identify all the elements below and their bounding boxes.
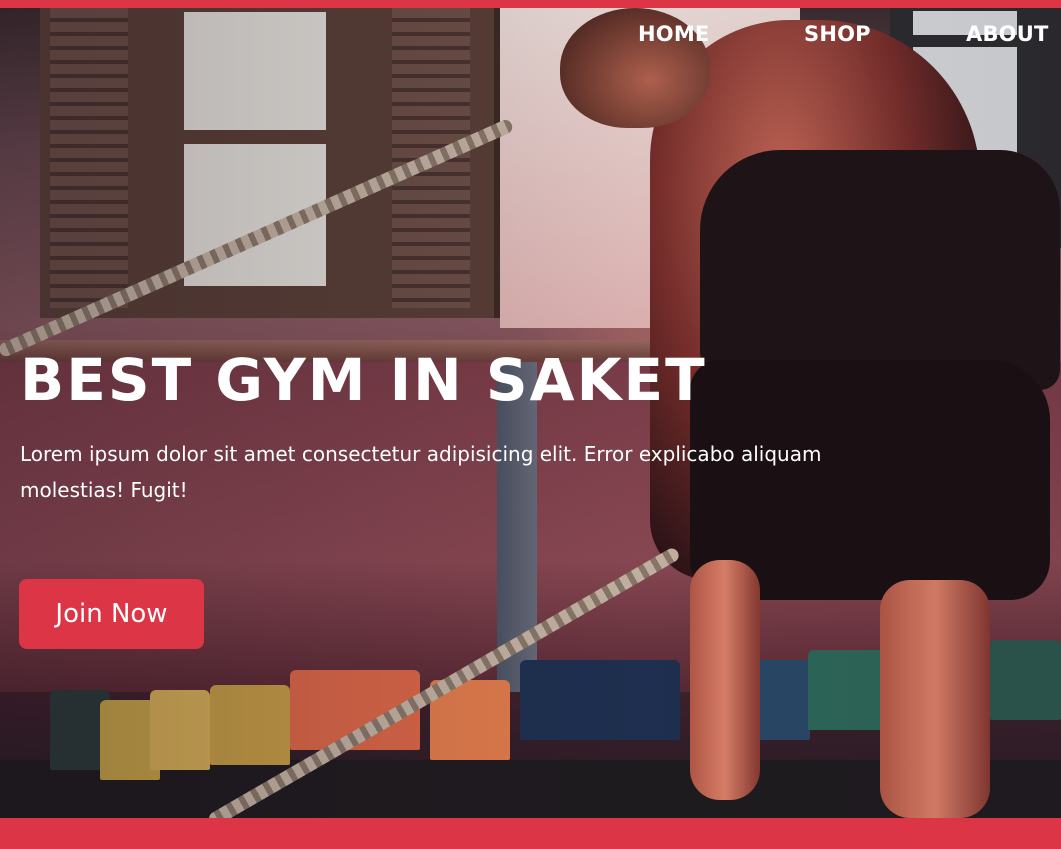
hero-subtext: Lorem ipsum dolor sit amet consectetur a… bbox=[20, 442, 822, 502]
hero-section: HOME SHOP ABOUT BEST GYM IN SAKET Lorem … bbox=[0, 0, 1061, 849]
nav-home-link[interactable]: HOME bbox=[638, 22, 709, 46]
nav-shop-link[interactable]: SHOP bbox=[804, 22, 871, 46]
image-overlay bbox=[0, 0, 1061, 849]
join-now-button[interactable]: Join Now bbox=[19, 579, 204, 649]
bottom-accent-bar bbox=[0, 818, 1061, 849]
top-accent-bar bbox=[0, 0, 1061, 8]
main-navigation: HOME SHOP ABOUT bbox=[0, 22, 1061, 52]
hero-headline: BEST GYM IN SAKET bbox=[20, 346, 707, 414]
nav-about-link[interactable]: ABOUT bbox=[966, 22, 1049, 46]
